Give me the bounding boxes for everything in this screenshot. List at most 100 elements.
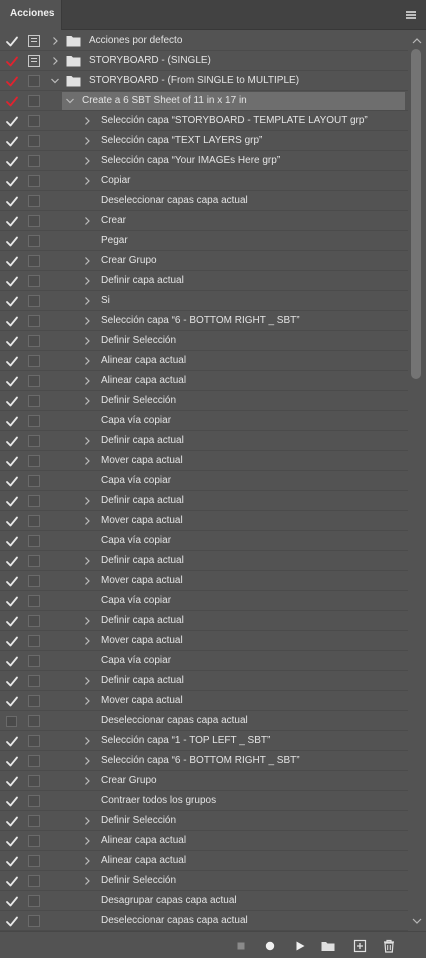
action-step-row[interactable]: Mover capa actual — [0, 571, 408, 591]
chevron-right-icon[interactable] — [81, 494, 93, 508]
check-icon[interactable] — [5, 555, 19, 568]
chevron-right-icon[interactable] — [81, 614, 93, 628]
stop-button[interactable] — [233, 938, 249, 954]
chevron-right-icon[interactable] — [81, 254, 93, 268]
dialog-toggle-icon[interactable] — [28, 695, 40, 707]
action-step-row[interactable]: Definir capa actual — [0, 271, 408, 291]
dialog-toggle-icon[interactable] — [28, 415, 40, 427]
partial-check-icon[interactable] — [5, 95, 19, 108]
dialog-toggle-icon[interactable] — [28, 455, 40, 467]
dialog-toggle-icon[interactable] — [28, 395, 40, 407]
dialog-toggle-icon[interactable] — [28, 55, 40, 67]
record-button[interactable] — [262, 938, 278, 954]
action-step-row[interactable]: Deseleccionar capas capa actual — [0, 191, 408, 211]
action-step-row[interactable]: Desagrupar capas capa actual — [0, 891, 408, 911]
dialog-toggle-icon[interactable] — [28, 555, 40, 567]
check-icon[interactable] — [5, 155, 19, 168]
dialog-toggle-icon[interactable] — [28, 315, 40, 327]
action-step-row[interactable]: Si — [0, 291, 408, 311]
dialog-toggle-icon[interactable] — [28, 175, 40, 187]
check-icon[interactable] — [5, 35, 19, 48]
check-icon[interactable] — [5, 875, 19, 888]
check-icon[interactable] — [5, 395, 19, 408]
action-step-row[interactable]: Crear Grupo — [0, 771, 408, 791]
action-step-row[interactable]: Capa vía copiar — [0, 651, 408, 671]
check-icon[interactable] — [5, 135, 19, 148]
action-step-row[interactable]: Contraer todos los grupos — [0, 791, 408, 811]
dialog-toggle-icon[interactable] — [28, 75, 40, 87]
scroll-down-icon[interactable] — [412, 917, 422, 925]
dialog-toggle-icon[interactable] — [28, 635, 40, 647]
action-step-row[interactable]: Alinear capa actual — [0, 851, 408, 871]
chevron-right-icon[interactable] — [81, 394, 93, 408]
new-action-button[interactable] — [352, 938, 368, 954]
item-toggle-checkbox[interactable] — [6, 716, 17, 727]
action-step-row[interactable]: Definir capa actual — [0, 611, 408, 631]
action-step-row[interactable]: Pegar — [0, 231, 408, 251]
dialog-toggle-icon[interactable] — [28, 155, 40, 167]
action-step-row[interactable]: Deseleccionar capas capa actual — [0, 711, 408, 731]
dialog-toggle-icon[interactable] — [28, 255, 40, 267]
check-icon[interactable] — [5, 255, 19, 268]
chevron-right-icon[interactable] — [81, 314, 93, 328]
dialog-toggle-icon[interactable] — [28, 755, 40, 767]
action-step-row[interactable]: Deseleccionar capas capa actual — [0, 911, 408, 931]
check-icon[interactable] — [5, 235, 19, 248]
action-step-row[interactable]: Selección capa “STORYBOARD - TEMPLATE LA… — [0, 111, 408, 131]
check-icon[interactable] — [5, 795, 19, 808]
dialog-toggle-icon[interactable] — [28, 895, 40, 907]
action-step-row[interactable]: Definir capa actual — [0, 671, 408, 691]
dialog-toggle-icon[interactable] — [28, 335, 40, 347]
check-icon[interactable] — [5, 275, 19, 288]
action-step-row[interactable]: Selección capa “6 - BOTTOM RIGHT _ SBT” — [0, 751, 408, 771]
dialog-toggle-icon[interactable] — [28, 35, 40, 47]
action-step-row[interactable]: Selección capa “6 - BOTTOM RIGHT _ SBT” — [0, 311, 408, 331]
dialog-toggle-icon[interactable] — [28, 355, 40, 367]
action-step-row[interactable]: Crear — [0, 211, 408, 231]
action-set-row[interactable]: STORYBOARD - (From SINGLE to MULTIPLE) — [0, 71, 408, 91]
check-icon[interactable] — [5, 735, 19, 748]
chevron-right-icon[interactable] — [81, 334, 93, 348]
chevron-right-icon[interactable] — [81, 434, 93, 448]
chevron-right-icon[interactable] — [81, 354, 93, 368]
dialog-toggle-icon[interactable] — [28, 575, 40, 587]
chevron-right-icon[interactable] — [49, 34, 61, 48]
dialog-toggle-icon[interactable] — [28, 435, 40, 447]
check-icon[interactable] — [5, 615, 19, 628]
check-icon[interactable] — [5, 915, 19, 928]
tab-acciones[interactable]: Acciones — [0, 0, 62, 30]
dialog-toggle-icon[interactable] — [28, 215, 40, 227]
action-step-row[interactable]: Capa vía copiar — [0, 591, 408, 611]
check-icon[interactable] — [5, 895, 19, 908]
action-step-row[interactable]: Selección capa “Your IMAGEs Here grp” — [0, 151, 408, 171]
chevron-right-icon[interactable] — [49, 54, 61, 68]
action-step-row[interactable]: Alinear capa actual — [0, 351, 408, 371]
dialog-toggle-icon[interactable] — [28, 715, 40, 727]
scrollbar[interactable] — [408, 31, 426, 931]
action-set-row[interactable]: Acciones por defecto — [0, 31, 408, 51]
dialog-toggle-icon[interactable] — [28, 675, 40, 687]
chevron-right-icon[interactable] — [81, 874, 93, 888]
action-step-row[interactable]: Definir Selección — [0, 391, 408, 411]
dialog-toggle-icon[interactable] — [28, 535, 40, 547]
check-icon[interactable] — [5, 175, 19, 188]
action-step-row[interactable]: Definir capa actual — [0, 491, 408, 511]
check-icon[interactable] — [5, 295, 19, 308]
check-icon[interactable] — [5, 335, 19, 348]
action-step-row[interactable]: Definir Selección — [0, 811, 408, 831]
chevron-right-icon[interactable] — [81, 554, 93, 568]
dialog-toggle-icon[interactable] — [28, 235, 40, 247]
check-icon[interactable] — [5, 375, 19, 388]
check-icon[interactable] — [5, 535, 19, 548]
chevron-right-icon[interactable] — [81, 274, 93, 288]
chevron-right-icon[interactable] — [81, 514, 93, 528]
check-icon[interactable] — [5, 215, 19, 228]
play-button[interactable] — [292, 938, 308, 954]
check-icon[interactable] — [5, 495, 19, 508]
chevron-right-icon[interactable] — [81, 174, 93, 188]
chevron-right-icon[interactable] — [81, 734, 93, 748]
chevron-right-icon[interactable] — [81, 134, 93, 148]
check-icon[interactable] — [5, 655, 19, 668]
action-step-row[interactable]: Selección capa “TEXT LAYERS grp” — [0, 131, 408, 151]
dialog-toggle-icon[interactable] — [28, 815, 40, 827]
